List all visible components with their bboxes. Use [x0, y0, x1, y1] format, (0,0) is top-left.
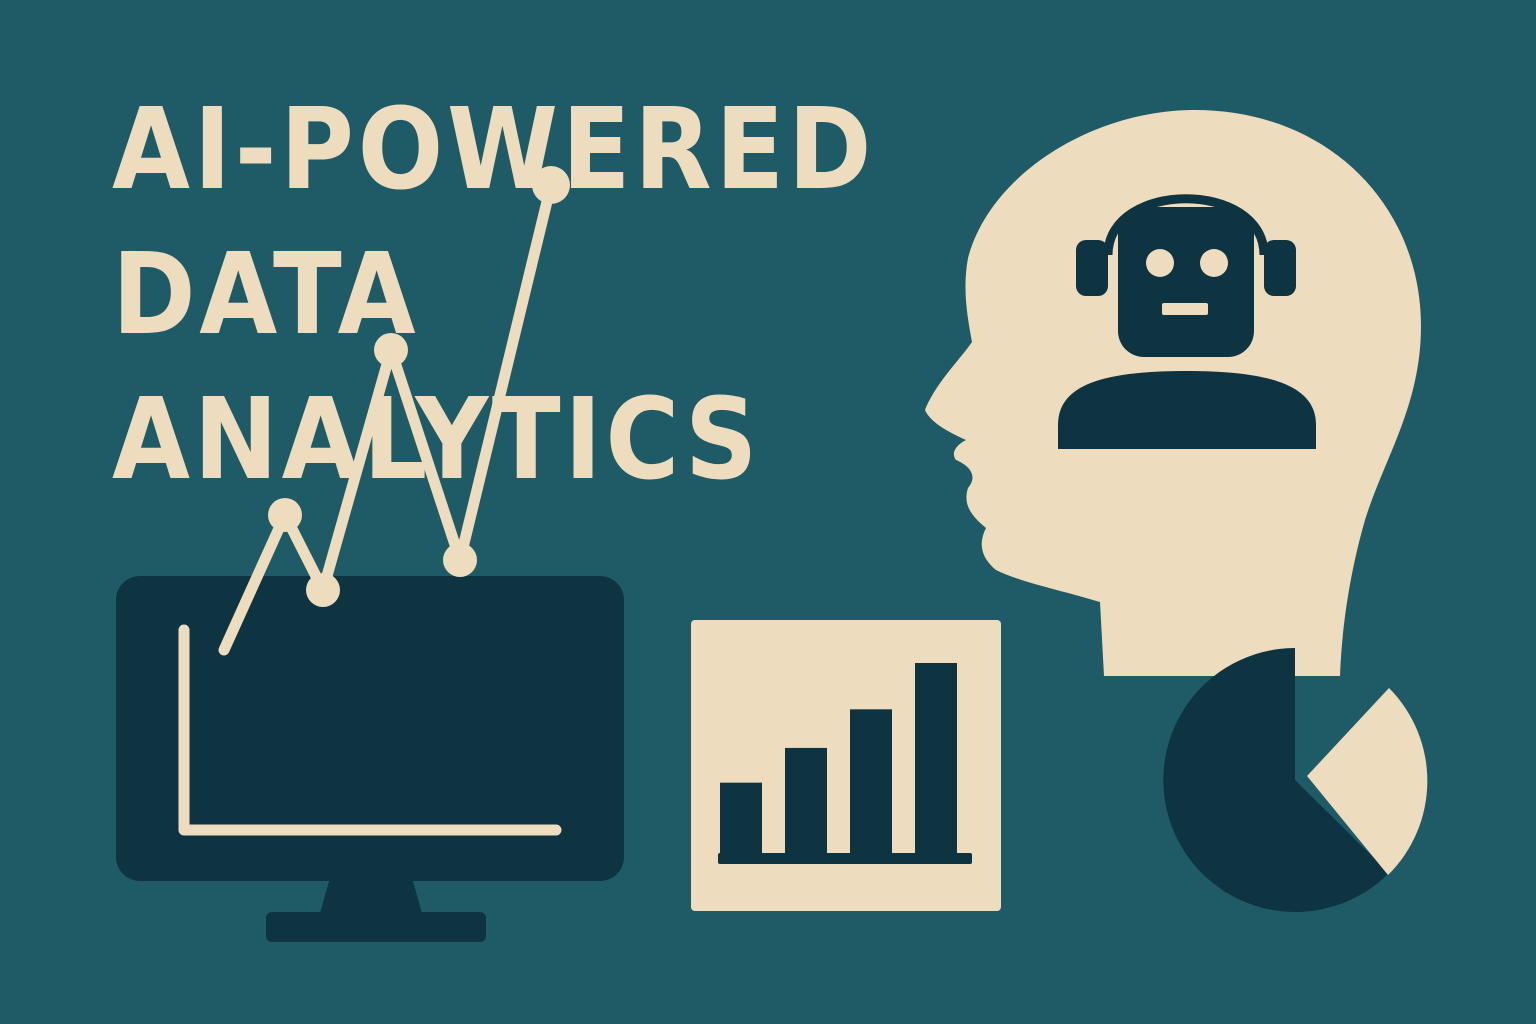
line-chart-point [443, 543, 477, 577]
line-chart-point [374, 333, 408, 367]
robot-head [1118, 207, 1254, 357]
bar-chart-bar [850, 709, 892, 856]
line-chart-point [532, 166, 570, 204]
robot-left-eye [1146, 249, 1174, 277]
bar-chart-icon [691, 620, 1001, 911]
monitor-icon [116, 576, 624, 942]
robot-left-ear [1076, 240, 1108, 296]
bar-chart-baseline [718, 853, 972, 864]
line-chart-points [268, 166, 570, 607]
line-chart-point [306, 573, 340, 607]
robot-mouth [1162, 303, 1208, 315]
robot-right-ear [1264, 240, 1296, 296]
monitor-base [266, 912, 486, 942]
pie-chart-icon [1163, 648, 1428, 912]
bar-chart-bar [915, 663, 957, 856]
illustration [116, 109, 1428, 942]
line-chart-point [268, 498, 302, 532]
robot-right-eye [1200, 249, 1228, 277]
bar-chart-bar [720, 782, 762, 856]
robot-body [1058, 371, 1316, 449]
bar-chart-bar [785, 747, 827, 856]
